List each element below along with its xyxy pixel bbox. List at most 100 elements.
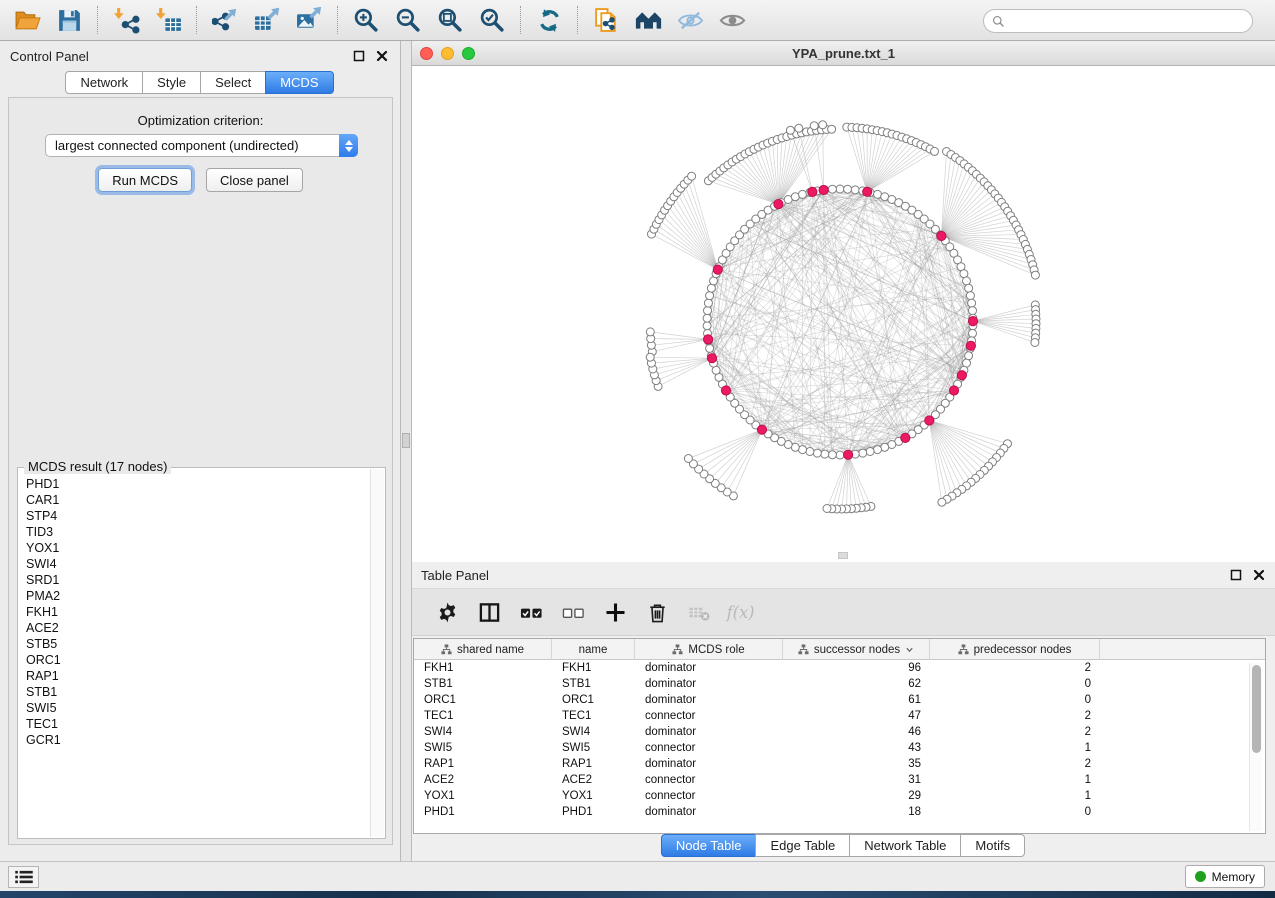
cytoscape-window: Control Panel NetworkStyleSelectMCDS Opt… — [0, 0, 1275, 898]
table-cell: 61 — [783, 692, 930, 708]
column-header-shared-name[interactable]: shared name — [414, 639, 552, 660]
mcds-result-node[interactable]: CAR1 — [26, 492, 370, 508]
table-row[interactable]: TEC1TEC1connector472 — [414, 708, 1265, 724]
table-cell: 18 — [783, 804, 930, 820]
tab-mcds[interactable]: MCDS — [265, 71, 333, 94]
column-header-MCDS-role[interactable]: MCDS role — [635, 639, 783, 660]
settings-gear-button[interactable] — [428, 594, 466, 630]
mcds-result-node[interactable]: SWI4 — [26, 556, 370, 572]
table-row[interactable]: SWI5SWI5connector431 — [414, 740, 1265, 756]
table-tab-network-table[interactable]: Network Table — [849, 834, 961, 857]
mcds-result-node[interactable]: PMA2 — [26, 588, 370, 604]
close-panel-button[interactable] — [374, 48, 390, 64]
table-cell: connector — [635, 772, 783, 788]
mcds-result-node[interactable]: ACE2 — [26, 620, 370, 636]
column-header-predecessor-nodes[interactable]: predecessor nodes — [930, 639, 1100, 660]
table-row[interactable]: STB1STB1dominator620 — [414, 676, 1265, 692]
maximize-window-button[interactable] — [462, 47, 475, 60]
tab-network[interactable]: Network — [65, 71, 143, 94]
panel-splitter[interactable] — [401, 41, 412, 861]
mcds-result-node[interactable]: GCR1 — [26, 732, 370, 748]
column-header-successor-nodes[interactable]: successor nodes — [783, 639, 930, 660]
zoom-in-button[interactable] — [345, 3, 387, 37]
toolbar-separator — [337, 6, 338, 34]
table-scrollbar[interactable] — [1249, 663, 1262, 831]
mcds-result-node[interactable]: FKH1 — [26, 604, 370, 620]
close-window-button[interactable] — [420, 47, 433, 60]
tab-style[interactable]: Style — [142, 71, 201, 94]
duplicate-network-button[interactable] — [585, 3, 627, 37]
mcds-result-node[interactable]: ORC1 — [26, 652, 370, 668]
mcds-result-node[interactable]: PHD1 — [26, 476, 370, 492]
table-header-row: shared namenameMCDS rolesuccessor nodesp… — [414, 639, 1265, 660]
table-row[interactable]: RAP1RAP1dominator352 — [414, 756, 1265, 772]
tab-select[interactable]: Select — [200, 71, 266, 94]
create-column-button[interactable] — [596, 594, 634, 630]
mcds-result-node[interactable]: TID3 — [26, 524, 370, 540]
select-all-columns-button[interactable] — [512, 594, 550, 630]
delete-column-button[interactable] — [638, 594, 676, 630]
table-tab-edge-table[interactable]: Edge Table — [755, 834, 850, 857]
zoom-selected-button[interactable] — [471, 3, 513, 37]
zoom-fit-button[interactable] — [429, 3, 471, 37]
hide-selected-button[interactable] — [669, 3, 711, 37]
table-cell: TEC1 — [552, 708, 635, 724]
table-cell: SWI5 — [414, 740, 552, 756]
open-file-button[interactable] — [6, 3, 48, 37]
table-tab-node-table[interactable]: Node Table — [661, 834, 757, 857]
table-cell: PHD1 — [552, 804, 635, 820]
mcds-result-list[interactable]: PHD1CAR1STP4TID3YOX1SWI4SRD1PMA2FKH1ACE2… — [19, 474, 370, 837]
column-header-name[interactable]: name — [552, 639, 635, 660]
view-splitter-handle[interactable] — [838, 552, 848, 559]
minimize-window-button[interactable] — [441, 47, 454, 60]
table-row[interactable]: ACE2ACE2connector311 — [414, 772, 1265, 788]
table-row[interactable]: ORC1ORC1dominator610 — [414, 692, 1265, 708]
mcds-result-node[interactable]: SRD1 — [26, 572, 370, 588]
table-cell: SWI4 — [414, 724, 552, 740]
table-scrollbar-thumb[interactable] — [1252, 665, 1261, 753]
table-cell: FKH1 — [552, 660, 635, 676]
table-toolbar: f(x) — [412, 588, 1275, 636]
table-cell: 31 — [783, 772, 930, 788]
mcds-result-node[interactable]: STB1 — [26, 684, 370, 700]
zoom-out-button[interactable] — [387, 3, 429, 37]
network-canvas[interactable] — [412, 66, 1275, 562]
task-history-button[interactable] — [8, 866, 39, 888]
criterion-select[interactable]: largest connected component (undirected) — [45, 134, 358, 157]
table-cell: ORC1 — [414, 692, 552, 708]
table-tab-motifs[interactable]: Motifs — [960, 834, 1025, 857]
splitter-handle[interactable] — [402, 433, 410, 448]
function-builder-button: f(x) — [722, 594, 760, 630]
export-image-button[interactable] — [288, 3, 330, 37]
float-panel-button[interactable] — [351, 48, 367, 64]
import-network-button[interactable] — [105, 3, 147, 37]
mcds-result-node[interactable]: YOX1 — [26, 540, 370, 556]
run-mcds-button[interactable]: Run MCDS — [98, 168, 192, 192]
export-table-button[interactable] — [246, 3, 288, 37]
close-panel-action-button[interactable]: Close panel — [206, 168, 303, 192]
mcds-result-node[interactable]: TEC1 — [26, 716, 370, 732]
show-all-button[interactable] — [711, 3, 753, 37]
memory-button[interactable]: Memory — [1185, 865, 1265, 888]
zoom-selected-icon — [479, 7, 506, 34]
mcds-result-node[interactable]: SWI5 — [26, 700, 370, 716]
refresh-view-button[interactable] — [528, 3, 570, 37]
float-table-panel-button[interactable] — [1228, 567, 1244, 583]
network-window-titlebar[interactable]: YPA_prune.txt_1 — [412, 41, 1275, 66]
table-row[interactable]: SWI4SWI4dominator462 — [414, 724, 1265, 740]
mcds-result-node[interactable]: STP4 — [26, 508, 370, 524]
search-input[interactable] — [1010, 14, 1244, 28]
unselect-all-columns-button[interactable] — [554, 594, 592, 630]
table-row[interactable]: PHD1PHD1dominator180 — [414, 804, 1265, 820]
first-neighbors-button[interactable] — [627, 3, 669, 37]
export-network-button[interactable] — [204, 3, 246, 37]
split-panel-button[interactable] — [470, 594, 508, 630]
mcds-result-node[interactable]: STB5 — [26, 636, 370, 652]
close-table-panel-button[interactable] — [1251, 567, 1267, 583]
mcds-result-node[interactable]: RAP1 — [26, 668, 370, 684]
save-session-button[interactable] — [48, 3, 90, 37]
import-table-button[interactable] — [147, 3, 189, 37]
mcds-list-scrollbar[interactable] — [370, 469, 384, 837]
table-row[interactable]: YOX1YOX1connector291 — [414, 788, 1265, 804]
table-row[interactable]: FKH1FKH1dominator962 — [414, 660, 1265, 676]
